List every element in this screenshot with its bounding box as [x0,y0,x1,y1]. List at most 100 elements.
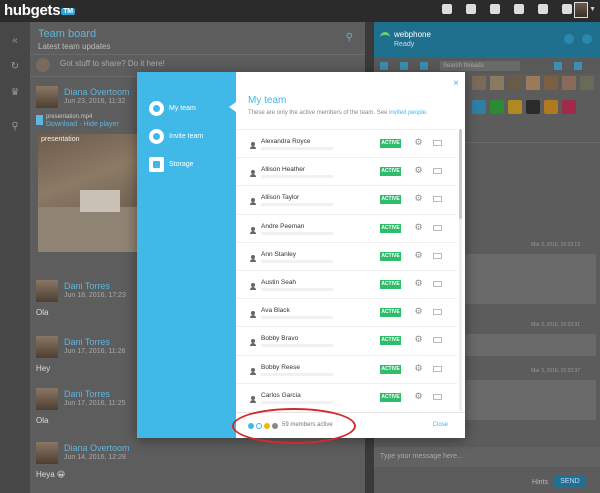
gear-icon[interactable]: ⚙ [414,166,423,175]
invited-people-link[interactable]: invited people [389,110,426,116]
member-row[interactable]: Carlos Garcia ACTIVE ⚙ [236,382,457,411]
avatar [36,336,58,358]
members-list: Alexandra Royce ACTIVE ⚙ Allison Heather ACT… [236,129,457,411]
gear-icon[interactable]: ⚙ [414,363,423,373]
chat-icon[interactable] [490,4,500,14]
close-button[interactable]: Close [433,422,448,428]
refresh-icon[interactable]: ↻ [10,62,20,72]
member-row[interactable]: Allison Taylor ACTIVE ⚙ [236,185,457,214]
mail-icon[interactable] [433,309,442,316]
thread-search-input[interactable]: Search threads [440,61,520,71]
member-row[interactable]: Bobby Reese ACTIVE ⚙ [236,354,457,384]
member-row[interactable]: Andre Peeman ACTIVE ⚙ [236,213,457,243]
avatar[interactable] [508,76,522,90]
mail-icon[interactable] [433,281,442,287]
mail-icon[interactable] [433,224,442,231]
gear-icon[interactable]: ⚙ [414,307,423,316]
member-row[interactable]: Allison Heather ACTIVE ⚙ [236,157,457,186]
mail-icon[interactable] [433,365,442,372]
post-author[interactable]: Diana Overtoom [64,87,130,97]
member-row[interactable]: Ann Stanley ACTIVE ⚙ [236,241,457,271]
close-icon[interactable]: × [453,78,459,89]
gear-icon[interactable]: ⚙ [414,138,423,147]
user-avatar[interactable] [574,2,588,18]
mail-icon[interactable] [433,140,442,146]
phone-icon[interactable] [538,4,548,14]
gear-icon[interactable]: ⚙ [414,279,423,288]
emoji-icon[interactable] [508,100,522,114]
member-row[interactable]: Bobby Bravo ACTIVE ⚙ [236,326,457,355]
gear-icon[interactable]: ⚙ [414,222,423,232]
search-icon[interactable]: ⚲ [346,32,353,43]
gear-icon[interactable]: ⚙ [414,250,423,260]
avatar[interactable] [526,76,540,90]
voicemail-icon[interactable] [442,4,452,14]
collapse-icon[interactable]: « [10,36,20,46]
nav-invite-team[interactable]: Invite team [149,128,203,144]
user-icon [250,339,256,347]
avatar[interactable] [562,76,576,90]
member-email-redacted [261,400,333,404]
chat-icon[interactable] [380,62,388,70]
crown-icon[interactable]: ♛ [10,88,20,98]
chevron-down-icon[interactable]: ▼ [589,6,596,13]
member-email-redacted [261,147,333,150]
mail-icon[interactable] [433,337,442,344]
post-author[interactable]: Dani Torres [64,281,110,291]
scrollbar-thumb[interactable] [459,129,462,219]
bell-icon[interactable] [562,4,572,14]
list-icon[interactable] [574,62,582,70]
team-icon[interactable] [466,4,476,14]
nav-my-team[interactable]: My team [149,100,196,116]
mail-icon[interactable] [433,252,442,259]
message-timestamp: Mar 3, 2016, 15:23:13 [531,242,580,248]
member-row[interactable]: Alexandra Royce ACTIVE ⚙ [236,129,457,158]
send-button[interactable]: SEND [554,475,586,488]
weather-icon[interactable] [472,100,486,114]
post-author[interactable]: Dani Torres [64,389,110,399]
post-date: Jun 17, 2016, 11:26 [64,348,126,355]
file-name: presentation.mp4 [46,114,93,120]
avatar[interactable] [490,76,504,90]
car-icon[interactable] [526,100,540,114]
post-date: Jun 18, 2016, 17:23 [64,292,126,299]
top-bar: hubgets TM ▼ [0,0,600,22]
download-link[interactable]: Download [46,121,77,128]
dollar-icon[interactable] [490,100,504,114]
avatar[interactable] [580,76,594,90]
send-icon[interactable] [400,62,408,70]
post-author[interactable]: Diana Overtoom [64,443,130,453]
member-row[interactable]: Austin Seah ACTIVE ⚙ [236,270,457,299]
dialpad-icon[interactable] [582,34,592,44]
user-icon [250,367,256,375]
hide-player-link[interactable]: Hide player [83,121,118,128]
avatar[interactable] [544,76,558,90]
heart-icon[interactable] [562,100,576,114]
user-icon [250,198,256,206]
search-icon[interactable]: ⚲ [10,122,20,132]
member-name: Allison Taylor [261,194,300,202]
member-row[interactable]: Ava Black ACTIVE ⚙ [236,298,457,327]
member-name: Ann Stanley [261,250,297,258]
hints-button[interactable]: Hints [532,479,548,486]
mail-icon[interactable] [433,196,442,203]
nav-storage[interactable]: Storage [149,156,194,172]
contacts-icon[interactable] [564,34,574,44]
member-email-redacted [261,231,333,235]
modal-title: My team [248,95,287,106]
gear-icon[interactable]: ⚙ [414,335,423,344]
gear-icon[interactable]: ⚙ [414,391,423,401]
mail-icon[interactable] [433,393,442,400]
mail-icon[interactable] [433,168,442,175]
threads-icon[interactable] [514,4,524,14]
post-text: Hey [36,364,51,373]
grid-icon[interactable] [554,62,562,70]
app-logo[interactable]: hubgets TM [4,2,75,19]
post-author[interactable]: Dani Torres [64,337,110,347]
video-player[interactable]: presentation [38,134,138,252]
message-input[interactable]: Type your message here... [374,447,600,467]
gear-icon[interactable]: ⚙ [414,194,423,203]
filter-icon[interactable] [420,62,428,70]
avatar[interactable] [472,76,486,90]
emoji-icon[interactable] [544,100,558,114]
